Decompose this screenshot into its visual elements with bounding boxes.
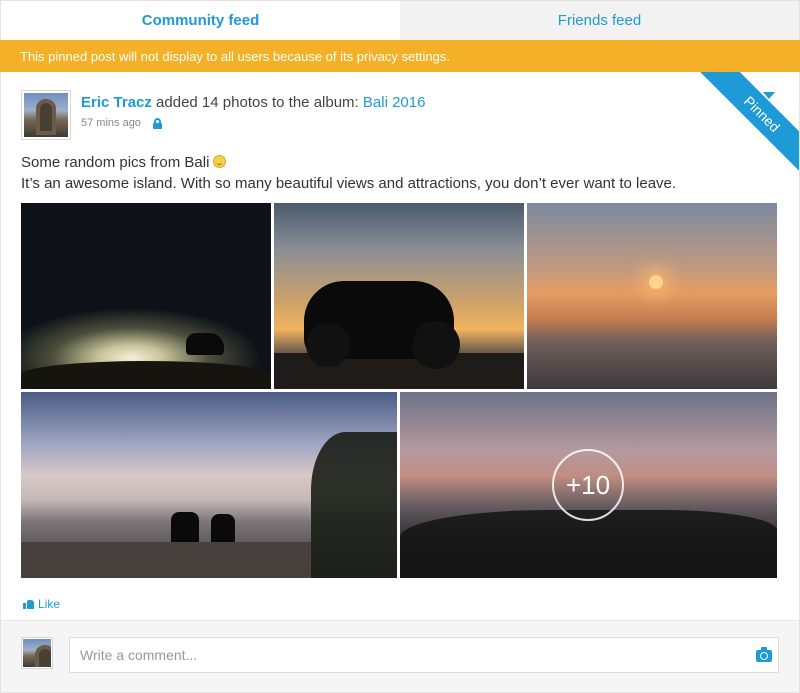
privacy-notice-banner: This pinned post will not display to all…: [0, 40, 800, 72]
photo-beach-sunset[interactable]: [527, 203, 777, 389]
palm-silhouette: [311, 432, 397, 578]
post-title: Eric Tracz added 14 photos to the album:…: [81, 94, 425, 111]
smile-emoji-icon: [213, 155, 227, 168]
photo-beach-riders[interactable]: [21, 392, 397, 578]
post-meta: Eric Tracz added 14 photos to the album:…: [81, 90, 425, 140]
lock-icon[interactable]: [152, 118, 162, 129]
tab-friends-feed[interactable]: Friends feed: [400, 1, 799, 40]
more-photos-overlay[interactable]: +10: [552, 449, 624, 521]
photo-temple-sunset[interactable]: +10: [400, 392, 777, 578]
chevron-down-icon[interactable]: [763, 92, 775, 99]
pinned-label: Pinned: [699, 72, 799, 177]
post-header: Eric Tracz added 14 photos to the album:…: [21, 90, 425, 140]
album-link[interactable]: Bali 2016: [363, 94, 426, 111]
author-link[interactable]: Eric Tracz: [81, 94, 152, 111]
feed-tabs: Community feed Friends feed: [0, 0, 800, 40]
post-action-text: added 14 photos to the album:: [151, 94, 363, 111]
post-time-row: 57 mins ago: [81, 117, 425, 129]
photo-motorcycle-sunset[interactable]: [274, 203, 524, 389]
comment-bar: [1, 620, 799, 692]
comment-input[interactable]: [69, 637, 779, 673]
wheel-front: [412, 321, 460, 369]
like-label: Like: [38, 597, 61, 611]
avatar[interactable]: [21, 90, 71, 140]
post-text-line-2: It’s an awesome island. With so many bea…: [21, 175, 677, 192]
post-timestamp[interactable]: 57 mins ago: [81, 117, 141, 129]
pinned-ribbon: Pinned: [689, 72, 799, 182]
post-text-line-1-content: Some random pics from Bali: [21, 154, 210, 171]
sand: [21, 542, 311, 578]
tab-community-feed[interactable]: Community feed: [1, 1, 400, 40]
camera-icon[interactable]: [756, 647, 772, 662]
avatar-image: [24, 93, 68, 137]
photo-night-motorcycle[interactable]: [21, 203, 271, 389]
wheel-rear: [306, 323, 350, 367]
like-button[interactable]: Like: [23, 597, 60, 611]
post-text-line-1: Some random pics from Bali: [21, 152, 676, 173]
like-thumb-icon: [23, 599, 34, 609]
hill-silhouette: [21, 361, 271, 389]
post-text: Some random pics from Bali It’s an aweso…: [21, 152, 676, 194]
comment-avatar: [21, 637, 53, 669]
sun: [649, 275, 663, 289]
comment-avatar-image: [23, 639, 51, 667]
motorcycle-silhouette: [186, 333, 224, 355]
post-card: Pinned Eric Tracz added 14 photos to the…: [0, 72, 800, 693]
